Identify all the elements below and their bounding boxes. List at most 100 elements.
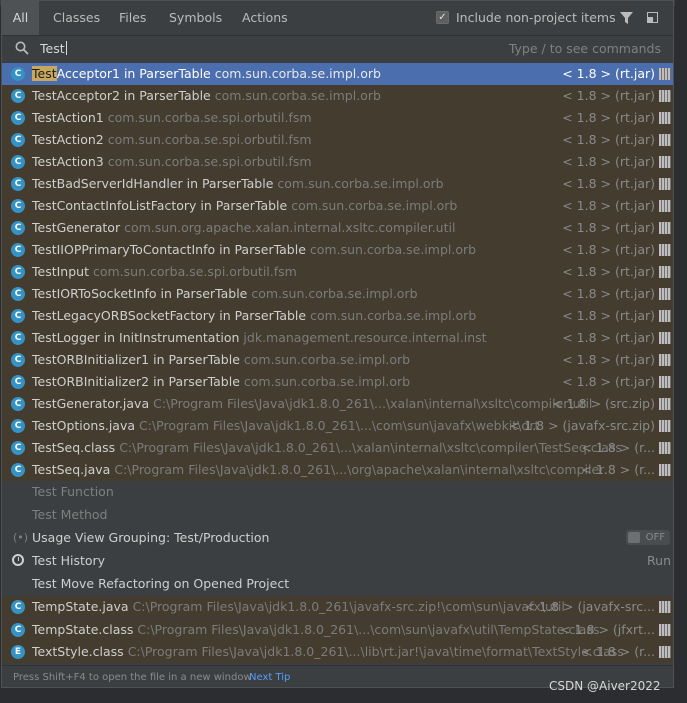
result-name: TestIORToSocketInfo in ParserTable com.su… [32, 283, 418, 305]
library-icon [659, 442, 671, 454]
result-row[interactable]: C TestAction3 com.sun.corba.se.spi.orbutil… [2, 151, 673, 173]
action-label: Usage View Grouping: Test/Production [32, 530, 270, 545]
result-row[interactable]: C TestAcceptor1 in ParserTable com.sun.cor… [2, 63, 673, 85]
result-name: TestAction1 com.sun.corba.se.spi.orbutil.… [32, 107, 312, 129]
class-icon: C [11, 331, 25, 345]
result-row[interactable]: C TestIIOPPrimaryToContactInfo in ParserT… [2, 239, 673, 261]
result-label: Acceptor1 in ParserTable [56, 66, 211, 81]
result-row[interactable]: C TestSeq.class C:\Program Files\Java\jdk1… [2, 437, 673, 459]
result-library: < 1.8 > (rt.jar) [562, 110, 655, 125]
result-row[interactable]: C TestAction2 com.sun.corba.se.spi.orbutil… [2, 129, 673, 151]
result-row[interactable]: C TestGenerator com.sun.org.apache.xalan.i… [2, 217, 673, 239]
result-library: < 1.8 > (rt.jar) [562, 374, 655, 389]
enum-icon: E [11, 645, 25, 659]
result-location: com.sun.corba.se.impl.orb [214, 66, 381, 81]
result-label: TestLogger in InitInstrumentation [32, 330, 240, 345]
tab-actions[interactable]: Actions [242, 1, 288, 35]
result-row[interactable]: C TestORBInitializer2 in ParserTable com.s… [2, 371, 673, 393]
result-library: < 1.8 > (rt.jar) [562, 220, 655, 235]
action-row[interactable]: Test History Run [2, 550, 673, 572]
result-row[interactable]: C TestBadServerIdHandler in ParserTable co… [2, 173, 673, 195]
result-row[interactable]: C TestORBInitializer1 in ParserTable com.s… [2, 349, 673, 371]
result-label: TestORBInitializer2 in ParserTable [32, 374, 240, 389]
search-everywhere-popup: All Classes Files Symbols Actions ✓ Incl… [1, 0, 674, 688]
library-icon [659, 244, 671, 256]
tab-classes[interactable]: Classes [53, 1, 100, 35]
result-row[interactable]: C TestAction1 com.sun.corba.se.spi.orbutil… [2, 107, 673, 129]
checkbox-checked-icon: ✓ [436, 11, 449, 24]
tab-all[interactable]: All [2, 1, 39, 35]
result-library: < 1.8 > (r... [581, 644, 655, 659]
action-row[interactable]: Test Move Refactoring on Opened Project [2, 573, 673, 595]
result-label: TestContactInfoListFactory in ParserTabl… [32, 198, 288, 213]
result-label: TestBadServerIdHandler in ParserTable [32, 176, 274, 191]
result-library: < 1.8 > (javafx-src.zip) [509, 418, 655, 433]
result-label: TestLegacyORBSocketFactory in ParserTabl… [32, 308, 307, 323]
class-icon: C [11, 133, 25, 147]
library-icon [659, 464, 671, 476]
result-library: < 1.8 > (rt.jar) [562, 88, 655, 103]
library-icon [659, 178, 671, 190]
library-icon [659, 398, 671, 410]
result-location: com.sun.corba.se.impl.orb [277, 176, 444, 191]
result-name: TestInput com.sun.corba.se.spi.orbutil.fs… [32, 261, 297, 283]
result-row[interactable]: C TestLogger in InitInstrumentation jdk.ma… [2, 327, 673, 349]
search-icon [15, 41, 29, 55]
class-icon: C [11, 353, 25, 367]
library-icon [659, 266, 671, 278]
action-row[interactable]: Test Method [2, 504, 673, 526]
library-icon [659, 624, 671, 636]
result-row[interactable]: C TempState.class C:\Program Files\Java\jd… [2, 619, 673, 641]
result-library: < 1.8 > (rt.jar) [562, 286, 655, 301]
result-label: TestAction3 [32, 154, 104, 169]
next-tip-link[interactable]: Next Tip [249, 666, 290, 687]
toggle-action-icon: (•) [13, 531, 29, 544]
tab-files[interactable]: Files [119, 1, 146, 35]
library-icon [659, 601, 671, 613]
library-icon [659, 376, 671, 388]
watermark: CSDN @Aiver2022 [549, 679, 661, 693]
result-name: TestOptions.java C:\Program Files\Java\jd… [32, 415, 539, 437]
result-location: C:\Program Files\Java\jdk1.8.0_261\javaf… [132, 599, 565, 614]
status-tip: Press Shift+F4 to open the file in a new… [13, 672, 252, 683]
action-row[interactable]: (•) Usage View Grouping: Test/Production O… [2, 527, 673, 549]
result-location: com.sun.corba.se.impl.orb [310, 308, 477, 323]
result-name: TestAcceptor1 in ParserTable com.sun.corb… [32, 63, 381, 85]
class-icon: C [11, 375, 25, 389]
result-row[interactable]: E TextStyle.class C:\Program Files\Java\jd… [2, 641, 673, 663]
background-editor-right [675, 0, 687, 703]
result-location: com.sun.corba.se.spi.orbutil.fsm [107, 132, 312, 147]
tab-symbols[interactable]: Symbols [169, 1, 222, 35]
result-row[interactable]: C TestInput com.sun.corba.se.spi.orbutil.f… [2, 261, 673, 283]
result-library: < 1.8 > (r... [581, 462, 655, 477]
result-row[interactable]: C TestOptions.java C:\Program Files\Java\j… [2, 415, 673, 437]
result-library: < 1.8 > (rt.jar) [562, 154, 655, 169]
result-row[interactable]: C TestLegacyORBSocketFactory in ParserTab… [2, 305, 673, 327]
search-input[interactable]: Test [40, 41, 67, 56]
action-row[interactable]: Test Function [2, 481, 673, 503]
class-icon: C [11, 177, 25, 191]
result-row[interactable]: C TestContactInfoListFactory in ParserTab… [2, 195, 673, 217]
result-row[interactable]: C TempState.java C:\Program Files\Java\jdk… [2, 596, 673, 618]
action-label: Test Method [32, 507, 108, 522]
result-row[interactable]: C TestIORToSocketInfo in ParserTable com.s… [2, 283, 673, 305]
result-label: TestAcceptor2 in ParserTable [32, 88, 211, 103]
library-icon [659, 112, 671, 124]
class-icon: C [11, 309, 25, 323]
result-location: com.sun.corba.se.impl.orb [214, 88, 381, 103]
result-name: TestLegacyORBSocketFactory in ParserTabl… [32, 305, 476, 327]
tab-bar: All Classes Files Symbols Actions ✓ Incl… [2, 1, 673, 36]
result-row[interactable]: C TestGenerator.java C:\Program Files\Java… [2, 393, 673, 415]
result-location: com.sun.corba.se.impl.orb [251, 286, 418, 301]
include-non-project-label: Include non-project items [456, 10, 616, 25]
class-icon: C [11, 463, 25, 477]
toggle-switch[interactable]: OFF [626, 530, 670, 545]
result-row[interactable]: C TestSeq.java C:\Program Files\Java\jdk1.… [2, 459, 673, 481]
filter-icon[interactable] [620, 12, 633, 24]
result-location: com.sun.corba.se.impl.orb [309, 242, 477, 257]
class-icon: C [11, 397, 25, 411]
open-in-window-icon[interactable] [647, 12, 658, 23]
result-row[interactable]: C TestAcceptor2 in ParserTable com.sun.cor… [2, 85, 673, 107]
result-label: TestIORToSocketInfo in ParserTable [32, 286, 248, 301]
result-label: TestGenerator [32, 220, 121, 235]
